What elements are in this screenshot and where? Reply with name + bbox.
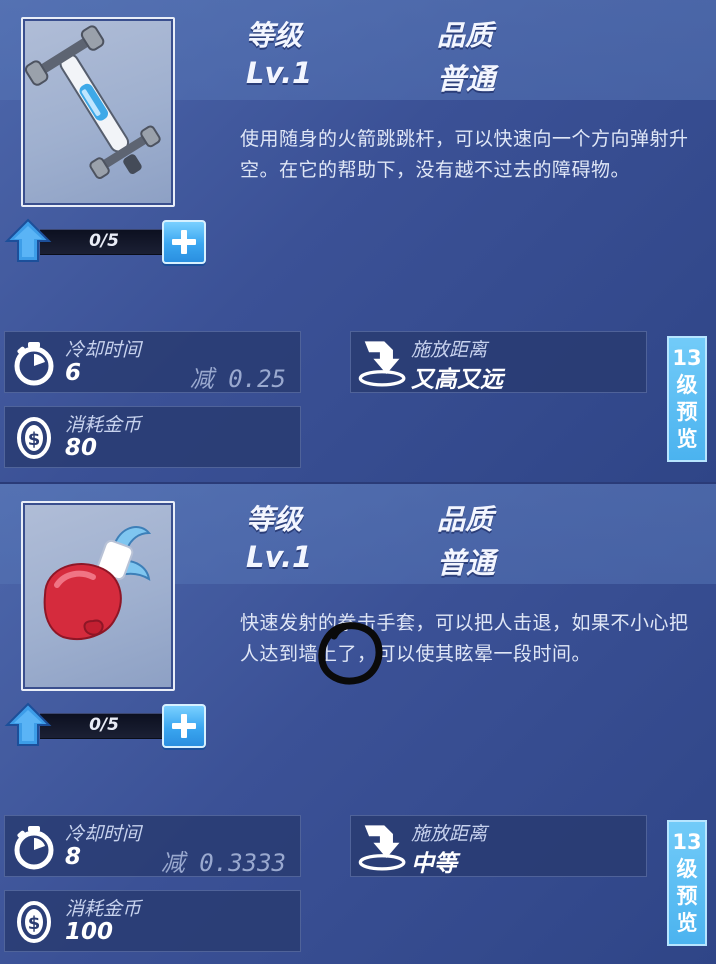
level-13-preview-button[interactable]: 13 级 预 览 [667, 820, 707, 946]
cooldown-stat: 冷却时间 6 减 0.25 [4, 331, 301, 393]
add-upgrade-button[interactable] [162, 704, 206, 748]
cast-range-icon [358, 825, 406, 871]
cast-range-icon [358, 341, 406, 387]
preview-text-view: 览 [676, 427, 698, 451]
preview-text-pre: 预 [676, 884, 698, 908]
cooldown-label: 冷却时间 [65, 339, 142, 361]
coin-icon: $ [17, 417, 51, 459]
rocket-pogo-stick-icon [24, 25, 161, 179]
range-label: 施放距离 [411, 823, 488, 845]
level-label: 等级 [246, 503, 303, 536]
cost-stat: $ 消耗金币 80 [4, 406, 301, 468]
cooldown-value: 8 [65, 844, 82, 870]
svg-text:$: $ [28, 913, 41, 934]
cost-value: 100 [65, 919, 114, 945]
skill-description: 快速发射的拳击手套，可以把人击退，如果不小心把人达到墙上了，可以使其眩晕一段时间… [240, 612, 689, 665]
level-label: 等级 [246, 19, 303, 52]
skill-list: 等级 品质 Lv.1 普通 使用随身的火箭跳跳杆，可以快速向一个方向弹射升空。在… [0, 0, 716, 964]
preview-text-pre: 预 [676, 400, 698, 424]
upgrade-row: 0/5 [4, 701, 206, 749]
cost-label: 消耗金币 [65, 414, 142, 436]
level-13-preview-button[interactable]: 13 级 预 览 [667, 336, 707, 462]
range-label: 施放距离 [411, 339, 488, 361]
upgrade-progress-text: 0/5 [89, 715, 119, 735]
range-stat: 施放距离 又高又远 [350, 331, 647, 393]
cost-stat: $ 消耗金币 100 [4, 890, 301, 952]
quality-value: 普通 [437, 546, 496, 580]
cooldown-reduction: 减 0.3333 [160, 849, 286, 877]
cooldown-label: 冷却时间 [65, 823, 142, 845]
upgrade-progress-bar: 0/5 [40, 229, 168, 255]
preview-text-level: 级 [676, 857, 698, 881]
skill-description: 使用随身的火箭跳跳杆，可以快速向一个方向弹射升空。在它的帮助下，没有越不过去的障… [240, 128, 689, 181]
level-value: Lv.1 [246, 540, 313, 574]
handdrawn-circle-annotation [318, 622, 383, 685]
boxing-glove-icon [43, 526, 152, 640]
range-value: 又高又远 [411, 367, 503, 393]
skill-card-rocket-pogo: 等级 品质 Lv.1 普通 使用随身的火箭跳跳杆，可以快速向一个方向弹射升空。在… [0, 0, 716, 482]
upgrade-progress-bar: 0/5 [40, 713, 168, 739]
quality-value: 普通 [437, 62, 496, 96]
cost-value: 80 [65, 435, 98, 461]
upgrade-progress-text: 0/5 [89, 231, 119, 251]
cost-label: 消耗金币 [65, 898, 142, 920]
coin-icon: $ [17, 901, 51, 943]
upgrade-arrow-icon [4, 218, 52, 262]
skill-thumbnail[interactable] [21, 501, 175, 691]
level-value: Lv.1 [246, 56, 313, 90]
range-stat: 施放距离 中等 [350, 815, 647, 877]
upgrade-arrow-icon [4, 702, 52, 746]
preview-text-level: 级 [676, 373, 698, 397]
preview-text-level-number: 13 [672, 346, 702, 370]
cooldown-reduction: 减 0.25 [189, 365, 286, 393]
svg-text:$: $ [28, 429, 41, 450]
stopwatch-icon [14, 826, 54, 870]
skill-thumbnail[interactable] [21, 17, 175, 207]
quality-label: 品质 [437, 19, 494, 52]
stopwatch-icon [14, 342, 54, 386]
quality-label: 品质 [437, 503, 494, 536]
preview-text-view: 览 [676, 911, 698, 935]
skill-card-boxing-glove: 等级 品质 Lv.1 普通 快速发射的拳击手套，可以把人击退，如果不小心把人达到… [0, 482, 716, 964]
range-value: 中等 [411, 851, 457, 877]
cooldown-value: 6 [65, 360, 82, 386]
preview-text-level-number: 13 [672, 830, 702, 854]
add-upgrade-button[interactable] [162, 220, 206, 264]
cooldown-stat: 冷却时间 8 减 0.3333 [4, 815, 301, 877]
upgrade-row: 0/5 [4, 217, 206, 265]
